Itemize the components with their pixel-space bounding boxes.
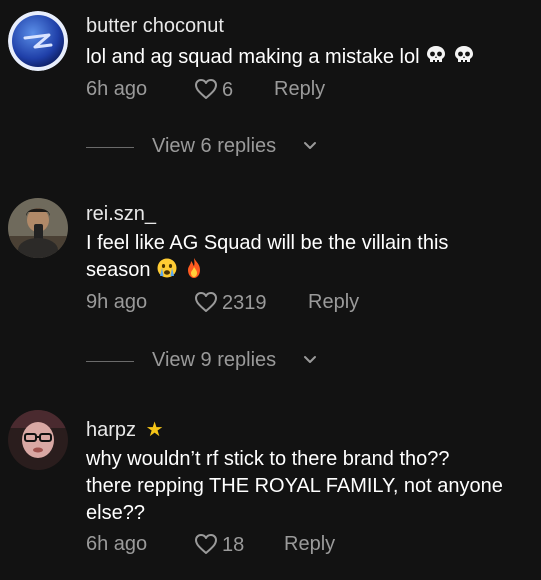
like-button[interactable]: 18 xyxy=(194,533,244,557)
comment-timestamp: 6h ago xyxy=(86,533,148,555)
skull-emoji-icon xyxy=(453,44,475,74)
comment-username[interactable]: rei.szn_ xyxy=(86,203,156,226)
comment-username[interactable]: harpz ★ xyxy=(86,417,164,442)
comment-text: why wouldn’t rf stick to there brand tho… xyxy=(86,446,531,527)
reply-button[interactable]: Reply xyxy=(308,291,359,314)
like-count: 2319 xyxy=(222,292,267,314)
comment-text: I feel like AG Squad will be the villain… xyxy=(86,230,531,287)
comment-meta: 6h ago 6 Reply xyxy=(86,78,526,102)
heart-icon xyxy=(195,292,217,312)
comment-text-body: lol and ag squad making a mistake lol xyxy=(86,46,420,68)
star-badge-icon: ★ xyxy=(145,419,164,441)
comment-text-line: there repping THE ROYAL FAMILY, not anyo… xyxy=(86,475,503,497)
like-count: 18 xyxy=(222,534,245,556)
like-count: 6 xyxy=(222,79,234,101)
comment-item: harpz ★ why wouldn’t rf stick to there b… xyxy=(0,390,541,580)
view-replies-label: View 9 replies xyxy=(152,349,277,371)
comment-text: lol and ag squad making a mistake lol xyxy=(86,44,531,74)
avatar[interactable] xyxy=(8,410,68,470)
divider-line xyxy=(86,361,134,362)
comment-username-text: harpz xyxy=(86,419,137,441)
fire-emoji-icon xyxy=(184,257,204,287)
view-replies-label: View 6 replies xyxy=(152,135,277,157)
crying-face-emoji-icon xyxy=(156,257,178,287)
reply-button[interactable]: Reply xyxy=(274,78,325,101)
heart-icon xyxy=(195,534,217,554)
comment-item: butter choconut lol and ag squad making … xyxy=(0,0,541,180)
comment-text-line: why wouldn’t rf stick to there brand tho… xyxy=(86,448,450,470)
heart-icon xyxy=(195,79,217,99)
user-photo-icon xyxy=(8,410,68,470)
avatar[interactable] xyxy=(8,198,68,258)
comment-username[interactable]: butter choconut xyxy=(86,15,224,38)
comment-text-line: I feel like AG Squad will be the villain… xyxy=(86,232,449,254)
skull-emoji-icon xyxy=(425,44,447,74)
reply-button[interactable]: Reply xyxy=(284,533,335,556)
comment-timestamp: 6h ago xyxy=(86,78,148,100)
view-replies-button[interactable]: View 9 replies xyxy=(86,347,386,375)
comment-meta: 6h ago 18 Reply xyxy=(86,533,526,557)
comment-item: rei.szn_ I feel like AG Squad will be th… xyxy=(0,180,541,390)
like-button[interactable]: 6 xyxy=(194,78,233,102)
comment-text-line-wrap: season xyxy=(86,257,531,287)
comment-meta: 9h ago 2319 Reply xyxy=(86,291,526,315)
user-photo-icon xyxy=(8,198,68,258)
blue-sphere-logo-icon xyxy=(8,11,68,71)
chevron-down-icon xyxy=(304,356,316,363)
comment-timestamp: 9h ago xyxy=(86,291,148,313)
divider-line xyxy=(86,147,134,148)
comment-text-line: season xyxy=(86,259,151,281)
like-button[interactable]: 2319 xyxy=(194,291,267,315)
comment-text-line: else?? xyxy=(86,502,145,524)
chevron-down-icon xyxy=(304,142,316,149)
view-replies-button[interactable]: View 6 replies xyxy=(86,133,386,161)
avatar[interactable] xyxy=(8,11,68,71)
